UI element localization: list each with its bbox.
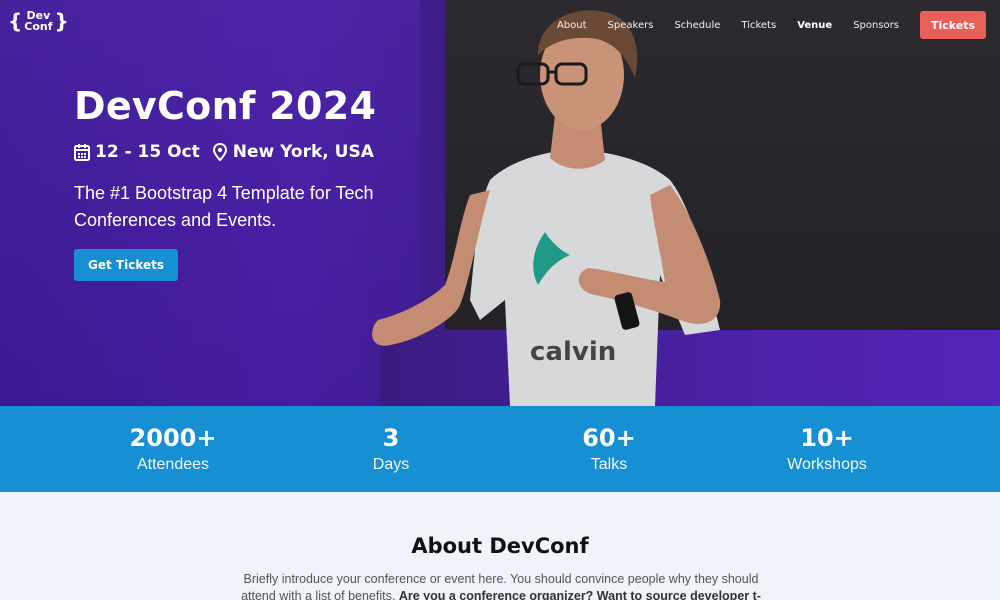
stat-value: 2000+	[129, 424, 217, 452]
brand-close-brace: }	[54, 9, 69, 33]
brand-line2: Conf	[24, 20, 53, 33]
hero-title: DevConf 2024	[74, 84, 377, 128]
stat-value: 3	[382, 424, 400, 452]
main-nav: About Speakers Schedule Tickets Venue Sp…	[557, 11, 986, 39]
stat-label: Days	[372, 456, 410, 473]
nav-link-about[interactable]: About	[557, 20, 587, 31]
nav-link-sponsors[interactable]: Sponsors	[853, 20, 899, 31]
stat-days: 3 Days	[282, 406, 500, 492]
stat-label: Attendees	[136, 456, 210, 473]
nav-link-speakers[interactable]: Speakers	[608, 20, 654, 31]
event-location: New York, USA	[232, 142, 374, 162]
hero-meta: 12 - 15 Oct New York, USA	[74, 142, 374, 162]
brand-logo[interactable]: { Dev Conf }	[8, 7, 69, 35]
nav-link-tickets[interactable]: Tickets	[741, 20, 776, 31]
hero-subtitle: The #1 Bootstrap 4 Template for Tech Con…	[74, 183, 374, 230]
about-intro: Briefly introduce your conference or eve…	[236, 571, 766, 600]
stats-bar: 2000+ Attendees 3 Days 60+ Talks 10+ Wor…	[0, 406, 1000, 492]
calendar-icon	[74, 144, 90, 161]
about-text-bold: Are you a conference organizer? Want to …	[398, 589, 761, 600]
event-dates: 12 - 15 Oct	[95, 142, 200, 162]
stat-value: 10+	[800, 424, 854, 452]
brand-wordmark: Dev Conf	[24, 10, 52, 32]
speaker-photo: calvin	[372, 10, 721, 406]
stat-label: Workshops	[787, 456, 867, 473]
about-heading: About DevConf	[411, 534, 589, 558]
nav-link-schedule[interactable]: Schedule	[674, 20, 720, 31]
get-tickets-button[interactable]: Get Tickets	[74, 249, 178, 281]
stat-workshops: 10+ Workshops	[718, 406, 936, 492]
stat-attendees: 2000+ Attendees	[64, 406, 282, 492]
map-marker-icon	[212, 143, 227, 161]
stat-value: 60+	[582, 424, 636, 452]
brand-open-brace: {	[8, 9, 23, 33]
nav-tickets-button[interactable]: Tickets	[920, 11, 986, 39]
svg-text:calvin: calvin	[530, 337, 616, 367]
hero-banner: calvin { Dev Conf } About Speakers Sched…	[0, 0, 1000, 406]
nav-link-venue[interactable]: Venue	[797, 20, 832, 31]
stat-talks: 60+ Talks	[500, 406, 718, 492]
stat-label: Talks	[590, 456, 628, 473]
